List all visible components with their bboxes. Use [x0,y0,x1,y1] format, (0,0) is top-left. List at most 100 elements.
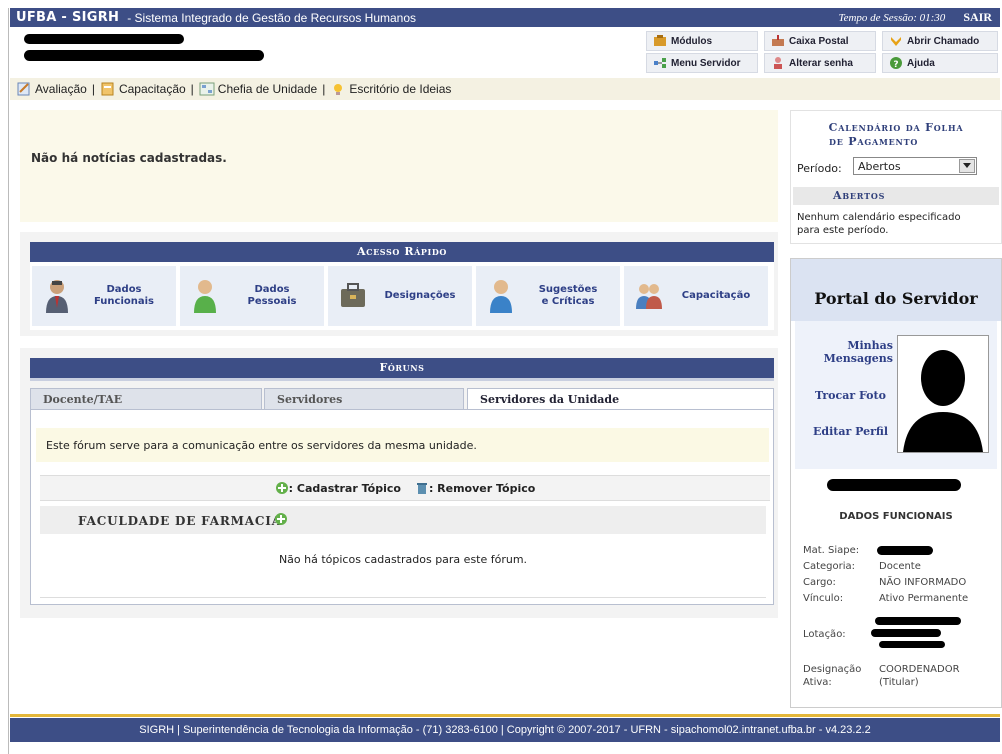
tab-docente-tae[interactable]: Docente/TAE [30,388,262,410]
period-label: Período: [797,162,842,175]
modulos-label: Módulos [671,35,713,47]
mat-label: Mat. Siape: [803,545,860,556]
dados-funcionais-title: DADOS FUNCIONAIS [839,511,953,522]
menu-tree-icon [653,56,667,70]
forum-topics-list: Não há tópicos cadastrados para este fór… [40,534,766,598]
minhas-mensagens-link[interactable]: Minhas Mensagens [809,339,893,365]
forum-unit-header: FACULDADE DE FARMACIA [40,506,766,534]
portal-info-values: Docente NÃO INFORMADO Ativo Permanente [879,559,968,607]
quick-label-l1: Capacitação [681,290,751,301]
ajuda-button[interactable]: ? Ajuda [882,53,998,73]
vinculo-label: Vínculo: [803,593,844,604]
lotacao-label: Lotação: [803,629,846,640]
quick-sugestoes[interactable]: Sugestões e Críticas [476,266,620,326]
quick-label-l1: Designações [384,290,456,301]
remove-topic-legend: : Remover Tópico [428,481,536,495]
calendar-empty-message: Nenhum calendário especificado para este… [797,211,961,237]
cargo-value: NÃO INFORMADO [879,577,967,588]
quick-access-title: Acesso Rápido [30,242,774,265]
vinculo-value: Ativo Permanente [879,593,969,604]
redacted-lotacao-3 [879,641,945,648]
trocar-foto-link[interactable]: Trocar Foto [815,389,886,402]
forum-unit-name: FACULDADE DE FARMACIA [78,514,282,528]
forums-title-text: Fóruns [379,361,425,374]
top-bar: UFBA - SIGRH - Sistema Integrado de Gest… [10,8,1000,27]
employee-icon [42,277,72,315]
quick-label-l1: Dados [254,284,290,295]
designacao-label: Designação Ativa: [803,663,861,689]
quick-label-l1: Sugestões [538,284,598,295]
period-select-value: Abertos [858,159,901,173]
quick-dados-pessoais[interactable]: Dados Pessoais [180,266,324,326]
evaluation-icon [16,82,32,96]
page-border [8,8,9,754]
redacted-name [827,479,961,491]
profile-photo [897,335,989,453]
portal-panel: Portal do Servidor Minhas Mensagens Troc… [790,258,1002,708]
caixa-postal-button[interactable]: Caixa Postal [764,31,876,51]
person-green-icon [190,277,220,315]
abrir-chamado-button[interactable]: Abrir Chamado [882,31,998,51]
designacao-l1: Designação [803,664,862,675]
group-icon [634,277,664,315]
menu-servidor-button[interactable]: Menu Servidor [646,53,758,73]
period-select[interactable]: Abertos [853,157,977,175]
menu-item-escritorio[interactable]: Escritório de Ideias [330,82,451,96]
avatar [903,350,983,452]
ajuda-label: Ajuda [907,57,935,69]
menu-item-avaliacao[interactable]: Avaliação [16,82,87,96]
portal-title: Portal do Servidor [814,289,978,308]
menu-servidor-label: Menu Servidor [671,57,741,69]
add-topic-legend: : Cadastrar Tópico [288,481,401,495]
quick-capacitacao[interactable]: Capacitação [624,266,768,326]
calendar-empty-l2: para este período. [797,225,889,236]
cargo-label: Cargo: [803,577,836,588]
modules-icon [653,34,667,48]
forum-description-box: Este fórum serve para a comunicação entr… [36,428,769,462]
editar-perfil-link[interactable]: Editar Perfil [813,425,888,438]
portal-info-labels: Mat. Siape: Categoria: Cargo: Vínculo: [803,543,859,607]
caixa-postal-label: Caixa Postal [789,35,849,47]
mailbox-icon [771,34,785,48]
alterar-senha-button[interactable]: Alterar senha [764,53,876,73]
menu-separator: | [190,82,194,96]
quick-dados-funcionais[interactable]: Dados Funcionais [32,266,176,326]
calendar-empty-l1: Nenhum calendário especificado [797,212,961,223]
briefcase-icon [338,277,368,315]
minhas-l1: Minhas [847,339,893,352]
modulos-button[interactable]: Módulos [646,31,758,51]
quick-label-l2: Funcionais [93,296,155,307]
chevron-down-icon [959,159,975,173]
abrir-chamado-label: Abrir Chamado [907,35,980,47]
quick-designacoes[interactable]: Designações [328,266,472,326]
minhas-l2: Mensagens [823,352,893,365]
system-brand: UFBA - SIGRH [16,10,120,25]
lightbulb-icon [330,82,346,96]
logout-link[interactable]: SAIR [963,10,992,25]
calendar-title: Calendário da Folha de Pagamento [801,121,991,149]
menu-label-chefia: Chefia de Unidade [217,82,318,96]
help-icon: ? [889,56,903,70]
redacted-siape [877,546,933,555]
redacted-user-name [24,34,184,44]
designacao-value-l1: COORDENADOR [879,664,960,675]
footer-text: SIGRH | Superintendência de Tecnologia d… [139,724,871,736]
menu-separator: | [91,82,95,96]
designacao-value: COORDENADOR (Titular) [879,663,960,689]
add-topic-icon [275,481,289,495]
org-chart-icon [199,82,215,96]
training-icon [100,82,116,96]
add-topic-unit-icon[interactable] [274,512,288,526]
tab-servidores-unidade[interactable]: Servidores da Unidade [467,388,774,410]
designacao-value-l2: (Titular) [879,677,919,688]
forum-empty-message: Não há tópicos cadastrados para este fór… [278,553,528,566]
svg-text:?: ? [893,60,898,70]
quick-label-l2: Pessoais [247,296,297,307]
menu-item-capacitacao[interactable]: Capacitação [100,82,186,96]
menu-bar: Avaliação | Capacitação | Chefia de Unid… [10,78,1000,100]
portal-title-bar: Portal do Servidor [791,259,1001,321]
tab-servidores[interactable]: Servidores [264,388,464,410]
categoria-value: Docente [879,561,921,572]
menu-item-chefia[interactable]: Chefia de Unidade [199,82,317,96]
alterar-senha-label: Alterar senha [789,57,853,69]
